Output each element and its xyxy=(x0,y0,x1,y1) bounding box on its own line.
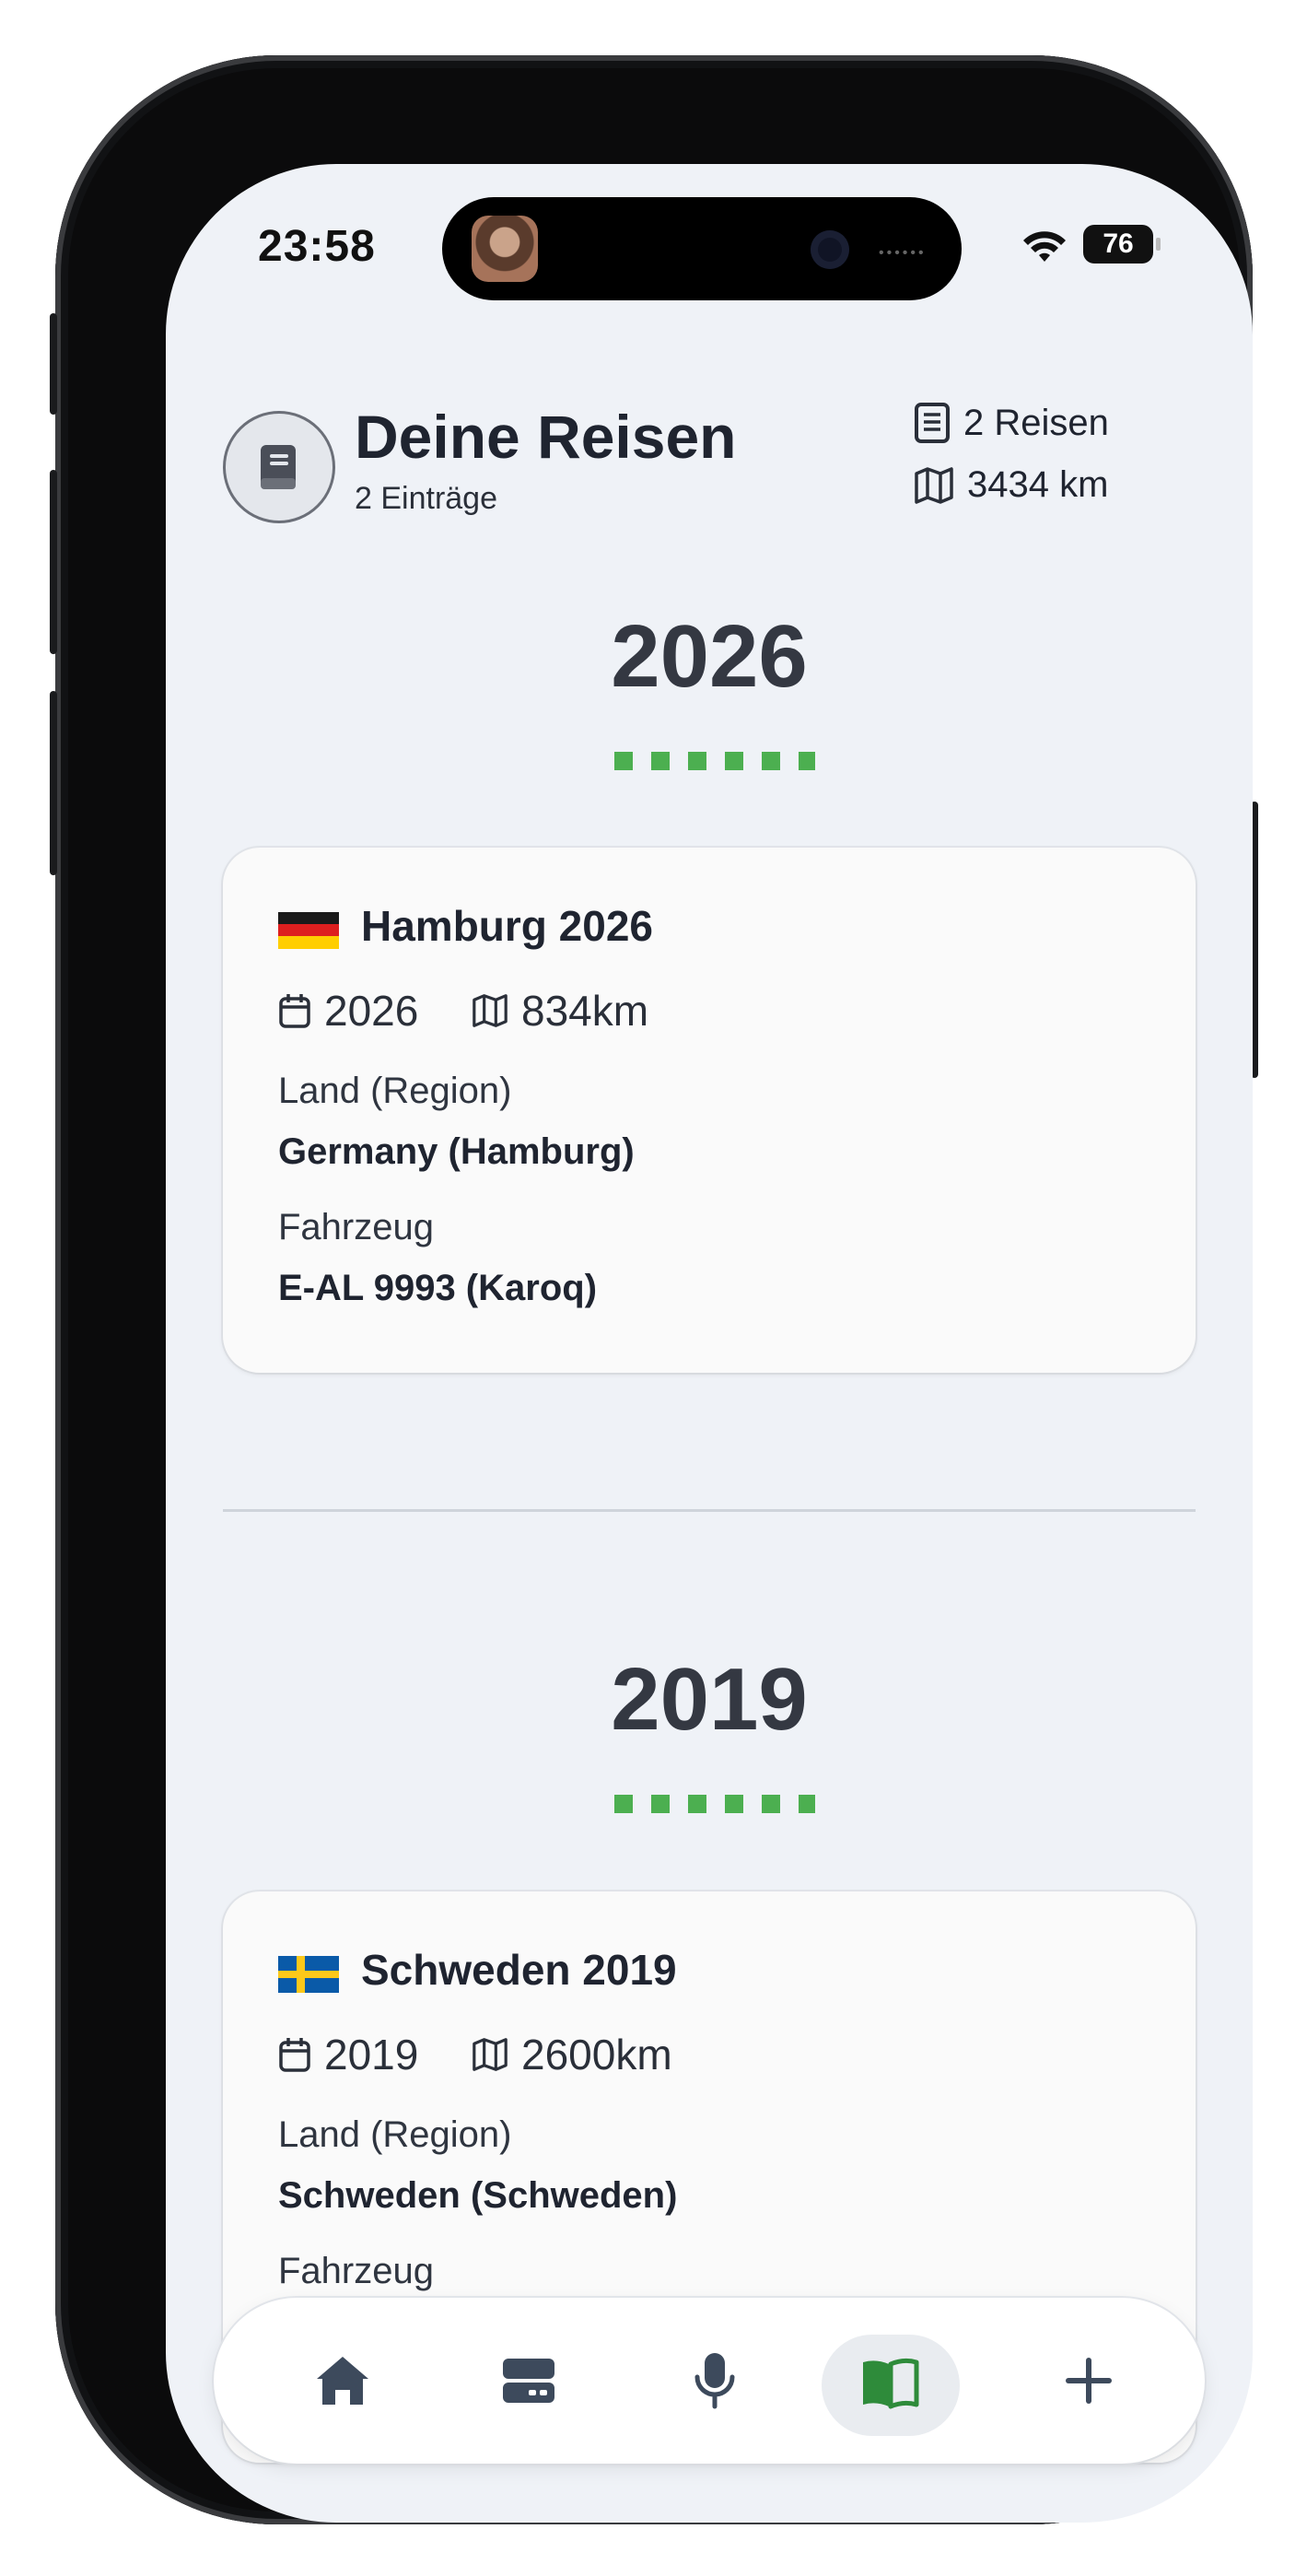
nav-journal[interactable] xyxy=(844,2336,936,2429)
distance-stat: 3434 km xyxy=(914,464,1108,506)
journal-icon xyxy=(863,2358,919,2409)
germany-flag-icon xyxy=(278,912,339,949)
home-icon xyxy=(317,2357,368,2405)
app-screen: 23:58 •••••• 76 Deine Reisen 2 Einträge xyxy=(166,164,1253,2523)
nav-voice[interactable] xyxy=(669,2335,761,2427)
wifi-icon xyxy=(1023,231,1066,262)
trip-distance-value: 2600km xyxy=(521,2031,672,2078)
trip-year: 2019 xyxy=(278,2030,418,2079)
trip-year-value: 2019 xyxy=(324,2031,419,2078)
year-separator xyxy=(223,1509,1196,1512)
year-divider-dashes xyxy=(614,752,815,770)
bottom-nav xyxy=(214,2298,1205,2464)
battery-indicator: 76 xyxy=(1083,225,1161,263)
volume-up-button xyxy=(50,470,57,654)
trip-count-label: 2 Reisen xyxy=(963,402,1109,443)
camera-icon xyxy=(811,230,849,269)
document-icon xyxy=(915,403,950,443)
trip-count-stat: 2 Reisen xyxy=(914,402,1109,444)
year-heading: 2019 xyxy=(611,1650,808,1749)
vehicle-label: Fahrzeug xyxy=(278,1207,434,1247)
activity-dots-icon: •••••• xyxy=(879,245,927,261)
trip-distance-value: 834km xyxy=(521,987,649,1035)
year-heading: 2026 xyxy=(611,607,808,706)
calendar-icon xyxy=(279,2038,310,2072)
microphone-icon xyxy=(694,2353,735,2409)
book-icon xyxy=(261,445,296,489)
action-button xyxy=(50,313,57,415)
map-icon xyxy=(473,994,508,1027)
plus-icon xyxy=(1066,2358,1112,2404)
journal-header-icon[interactable] xyxy=(223,411,335,523)
trip-distance: 834km xyxy=(472,986,648,1036)
trip-title: Hamburg 2026 xyxy=(361,902,654,950)
now-playing-avatar xyxy=(472,216,538,282)
map-icon xyxy=(473,2038,508,2071)
trip-year: 2026 xyxy=(278,986,418,1036)
sweden-flag-icon xyxy=(278,1956,339,1993)
nav-home[interactable] xyxy=(297,2335,389,2427)
country-label: Land (Region) xyxy=(278,1071,512,1111)
country-value: Germany (Hamburg) xyxy=(278,1131,635,1172)
trip-card[interactable]: Hamburg 2026 2026 834km Land (Region) Ge… xyxy=(223,848,1196,1373)
map-icon xyxy=(915,466,953,504)
calendar-icon xyxy=(279,994,310,1028)
dynamic-island: •••••• xyxy=(442,197,962,300)
nav-add[interactable] xyxy=(1043,2335,1135,2427)
phone-frame: 23:58 •••••• 76 Deine Reisen 2 Einträge xyxy=(50,55,1258,2524)
page-title: Deine Reisen xyxy=(355,403,737,471)
country-label: Land (Region) xyxy=(278,2114,512,2155)
trip-title: Schweden 2019 xyxy=(361,1946,677,1994)
entry-count: 2 Einträge xyxy=(355,481,497,516)
trip-distance: 2600km xyxy=(472,2030,672,2079)
status-time: 23:58 xyxy=(258,222,376,271)
country-value: Schweden (Schweden) xyxy=(278,2175,678,2216)
vehicle-value: E-AL 9993 (Karoq) xyxy=(278,1268,598,1308)
distance-label: 3434 km xyxy=(967,464,1109,505)
cards-icon xyxy=(503,2359,554,2403)
year-divider-dashes xyxy=(614,1795,815,1813)
trip-year-value: 2026 xyxy=(324,987,419,1035)
nav-cards[interactable] xyxy=(483,2335,575,2427)
vehicle-label: Fahrzeug xyxy=(278,2251,434,2291)
volume-down-button xyxy=(50,691,57,875)
